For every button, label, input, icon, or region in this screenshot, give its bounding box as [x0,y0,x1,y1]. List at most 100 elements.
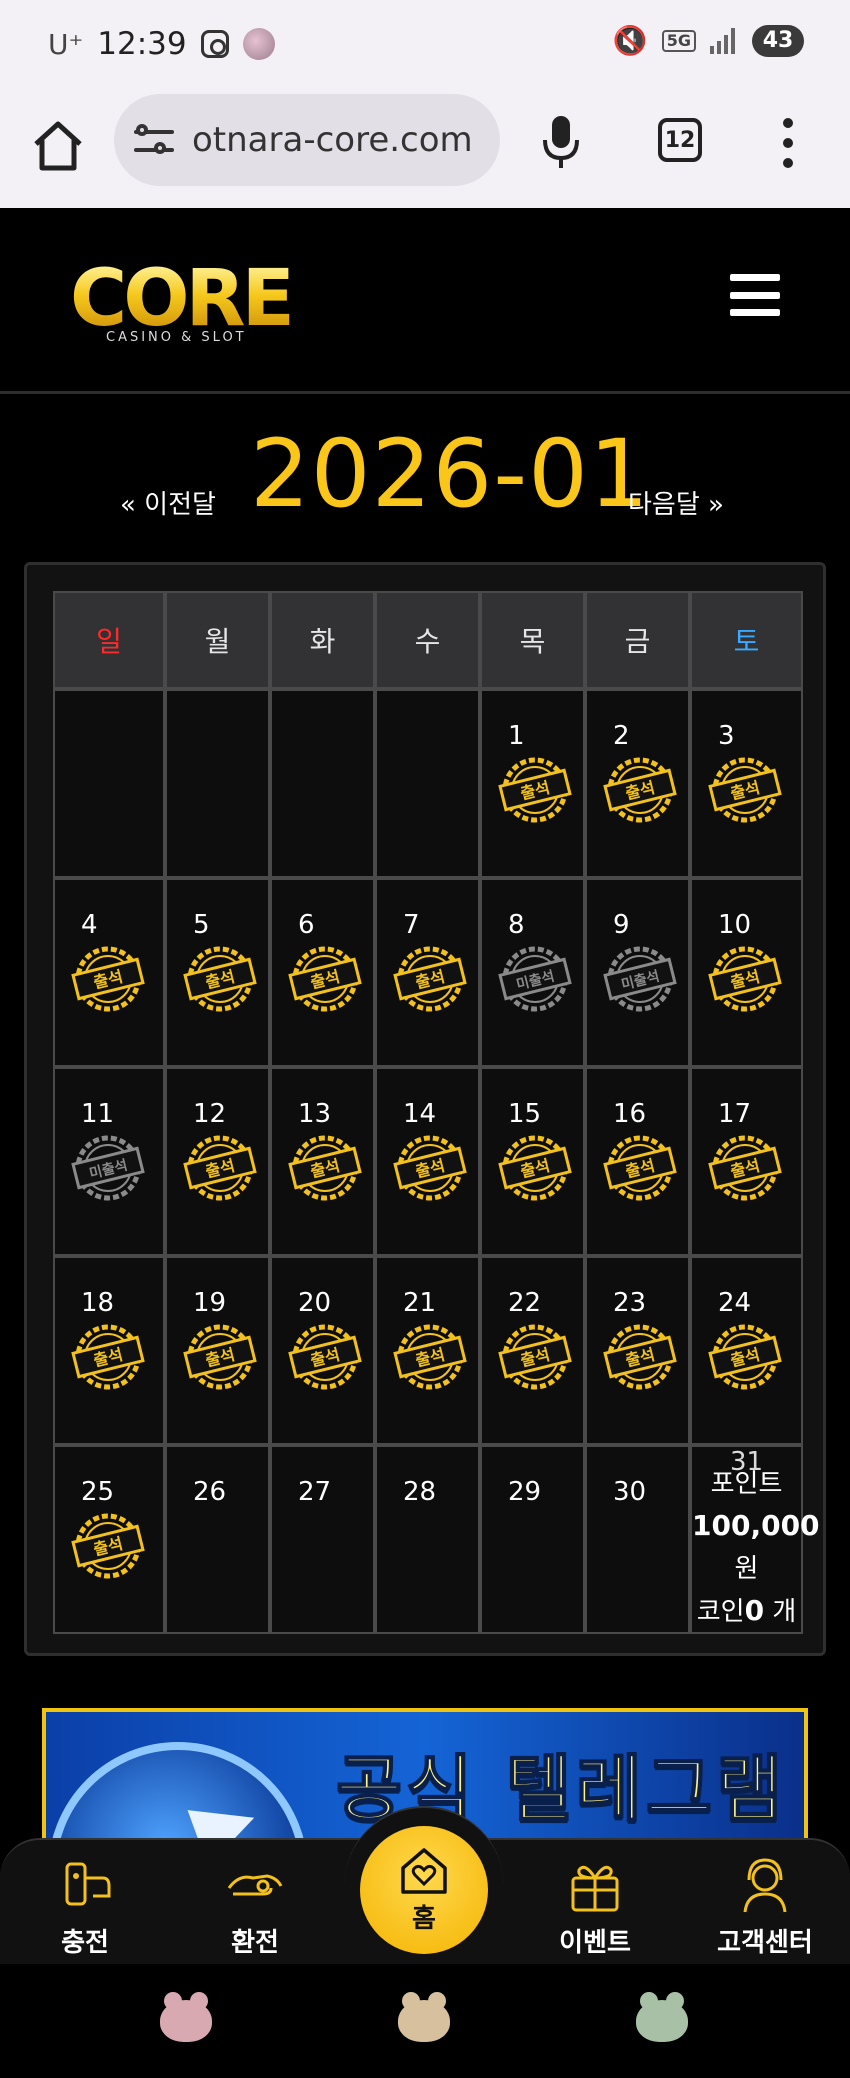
attended-stamp-icon: 출석 [288,1135,362,1201]
more-options-icon[interactable] [782,118,794,168]
core-logo[interactable]: CORE CASINO & SLOT [70,254,295,350]
nav-home-button[interactable]: 홈 [360,1826,488,1954]
day-cell[interactable]: 9 미출석 [585,878,690,1067]
attended-stamp-icon: 출석 [183,1324,257,1390]
day-cell[interactable]: 26 [165,1445,270,1634]
day-number: 23 [613,1288,647,1318]
screen: U⁺ 12:39 🔇 5G 43 otnara-core.com 12 CORE… [0,0,850,2078]
day-cell[interactable]: 15 출석 [480,1067,585,1256]
day-cell[interactable]: 22 출석 [480,1256,585,1445]
day-cell[interactable]: 13 출석 [270,1067,375,1256]
battery-indicator: 43 [752,24,804,57]
day-number: 25 [81,1477,115,1507]
clock: 12:39 [97,26,187,62]
day-cell[interactable]: 10 출석 [690,878,803,1067]
tab-switcher-button[interactable]: 12 [658,118,702,162]
weekday-header: 금 [585,591,690,689]
day-number: 24 [718,1288,752,1318]
day-number: 31 [729,1447,764,1477]
next-month-link[interactable]: 다음달 » [628,484,724,521]
attended-stamp-icon: 출석 [708,1324,782,1390]
day-number: 18 [81,1288,115,1318]
day-cell[interactable]: 포인트 31 100,000 원 코인0 개 [690,1445,820,1634]
day-cell[interactable]: 28 [375,1445,480,1634]
recent-apps-icon[interactable] [160,1992,212,2042]
prev-month-link[interactable]: « 이전달 [120,484,216,521]
day-cell[interactable]: 17 출석 [690,1067,803,1256]
nav-event[interactable]: 이벤트 [530,1856,660,1959]
week-row: 11 미출석 12 출석 13 출석 14 출석 15 출석 16 출석 17 출석 [53,1067,827,1256]
day-number: 9 [613,910,630,940]
day-number: 1 [508,721,525,751]
points-unit: 원 [734,1554,759,1584]
day-number: 20 [298,1288,332,1318]
day-cell[interactable]: 23 출석 [585,1256,690,1445]
attended-stamp-icon: 출석 [603,1324,677,1390]
nav-charge[interactable]: 충전 [20,1856,150,1959]
nav-support[interactable]: 고객센터 [700,1856,830,1959]
weekday-header: 수 [375,591,480,689]
menu-icon[interactable] [730,274,780,316]
week-row: 1 출석 2 출석 3 출석 [53,689,827,878]
day-cell[interactable]: 18 출석 [53,1256,165,1445]
day-cell[interactable]: 12 출석 [165,1067,270,1256]
address-bar[interactable]: otnara-core.com [114,94,500,186]
system-home-icon[interactable] [398,1992,450,2042]
missed-stamp-icon: 미출석 [71,1135,145,1201]
month-navigation: « 이전달 2026-01 다음달 » [0,400,850,530]
points-amount: 100,000 [692,1509,820,1542]
coin-unit: 개 [764,1597,797,1627]
coin-value: 0 [744,1594,765,1627]
site-settings-icon[interactable] [134,120,174,160]
day-number: 16 [613,1099,647,1129]
day-cell[interactable]: 8 미출석 [480,878,585,1067]
home-icon[interactable] [30,118,86,174]
day-cell[interactable]: 14 출석 [375,1067,480,1256]
day-number: 12 [193,1099,227,1129]
day-cell[interactable]: 25 출석 [53,1445,165,1634]
nav-charge-label: 충전 [61,1928,109,1958]
weekday-header: 목 [480,591,585,689]
nav-event-label: 이벤트 [559,1928,631,1958]
browser-toolbar: otnara-core.com 12 [0,90,850,208]
day-cell[interactable]: 11 미출석 [53,1067,165,1256]
weekday-header: 화 [270,591,375,689]
attended-stamp-icon: 출석 [498,757,572,823]
day-cell[interactable]: 21 출석 [375,1256,480,1445]
day-cell [53,689,165,878]
day-number: 21 [403,1288,437,1318]
signal-icon [710,27,738,54]
attendance-calendar: 일 월 화 수 목 금 토 1 출석 2 출석 3 출석 4 출석 5 출석 6 출석 7 출석 8 미출석 9 미출석 10 출석… [24,562,826,1656]
back-icon[interactable] [636,1992,688,2042]
day-cell[interactable]: 16 출석 [585,1067,690,1256]
attended-stamp-icon: 출석 [708,946,782,1012]
nav-exchange[interactable]: 환전 [190,1856,320,1959]
day-cell[interactable]: 27 [270,1445,375,1634]
day-cell[interactable]: 3 출석 [690,689,803,878]
day-cell[interactable]: 30 [585,1445,690,1634]
day-cell[interactable]: 1 출석 [480,689,585,878]
day-cell[interactable]: 29 [480,1445,585,1634]
day-cell[interactable]: 19 출석 [165,1256,270,1445]
coin-row: 코인0 개 [692,1590,801,1633]
microphone-icon[interactable] [541,114,581,170]
logo-word: CORE [70,254,295,344]
day-cell[interactable]: 7 출석 [375,878,480,1067]
day-cell[interactable]: 20 출석 [270,1256,375,1445]
attended-stamp-icon: 출석 [71,1324,145,1390]
day-number: 2 [613,721,630,751]
attended-stamp-icon: 출석 [498,1324,572,1390]
url-text: otnara-core.com [192,120,473,160]
day-cell[interactable]: 5 출석 [165,878,270,1067]
day-cell[interactable]: 2 출석 [585,689,690,878]
day-cell[interactable]: 6 출석 [270,878,375,1067]
day-number: 8 [508,910,525,940]
day-cell[interactable]: 4 출석 [53,878,165,1067]
day-cell [375,689,480,878]
day-cell[interactable]: 24 출석 [690,1256,803,1445]
day-number: 30 [613,1477,647,1507]
attended-stamp-icon: 출석 [603,1135,677,1201]
day-number: 5 [193,910,210,940]
month-title: 2026-01 [250,420,650,529]
day-number: 26 [193,1477,227,1507]
